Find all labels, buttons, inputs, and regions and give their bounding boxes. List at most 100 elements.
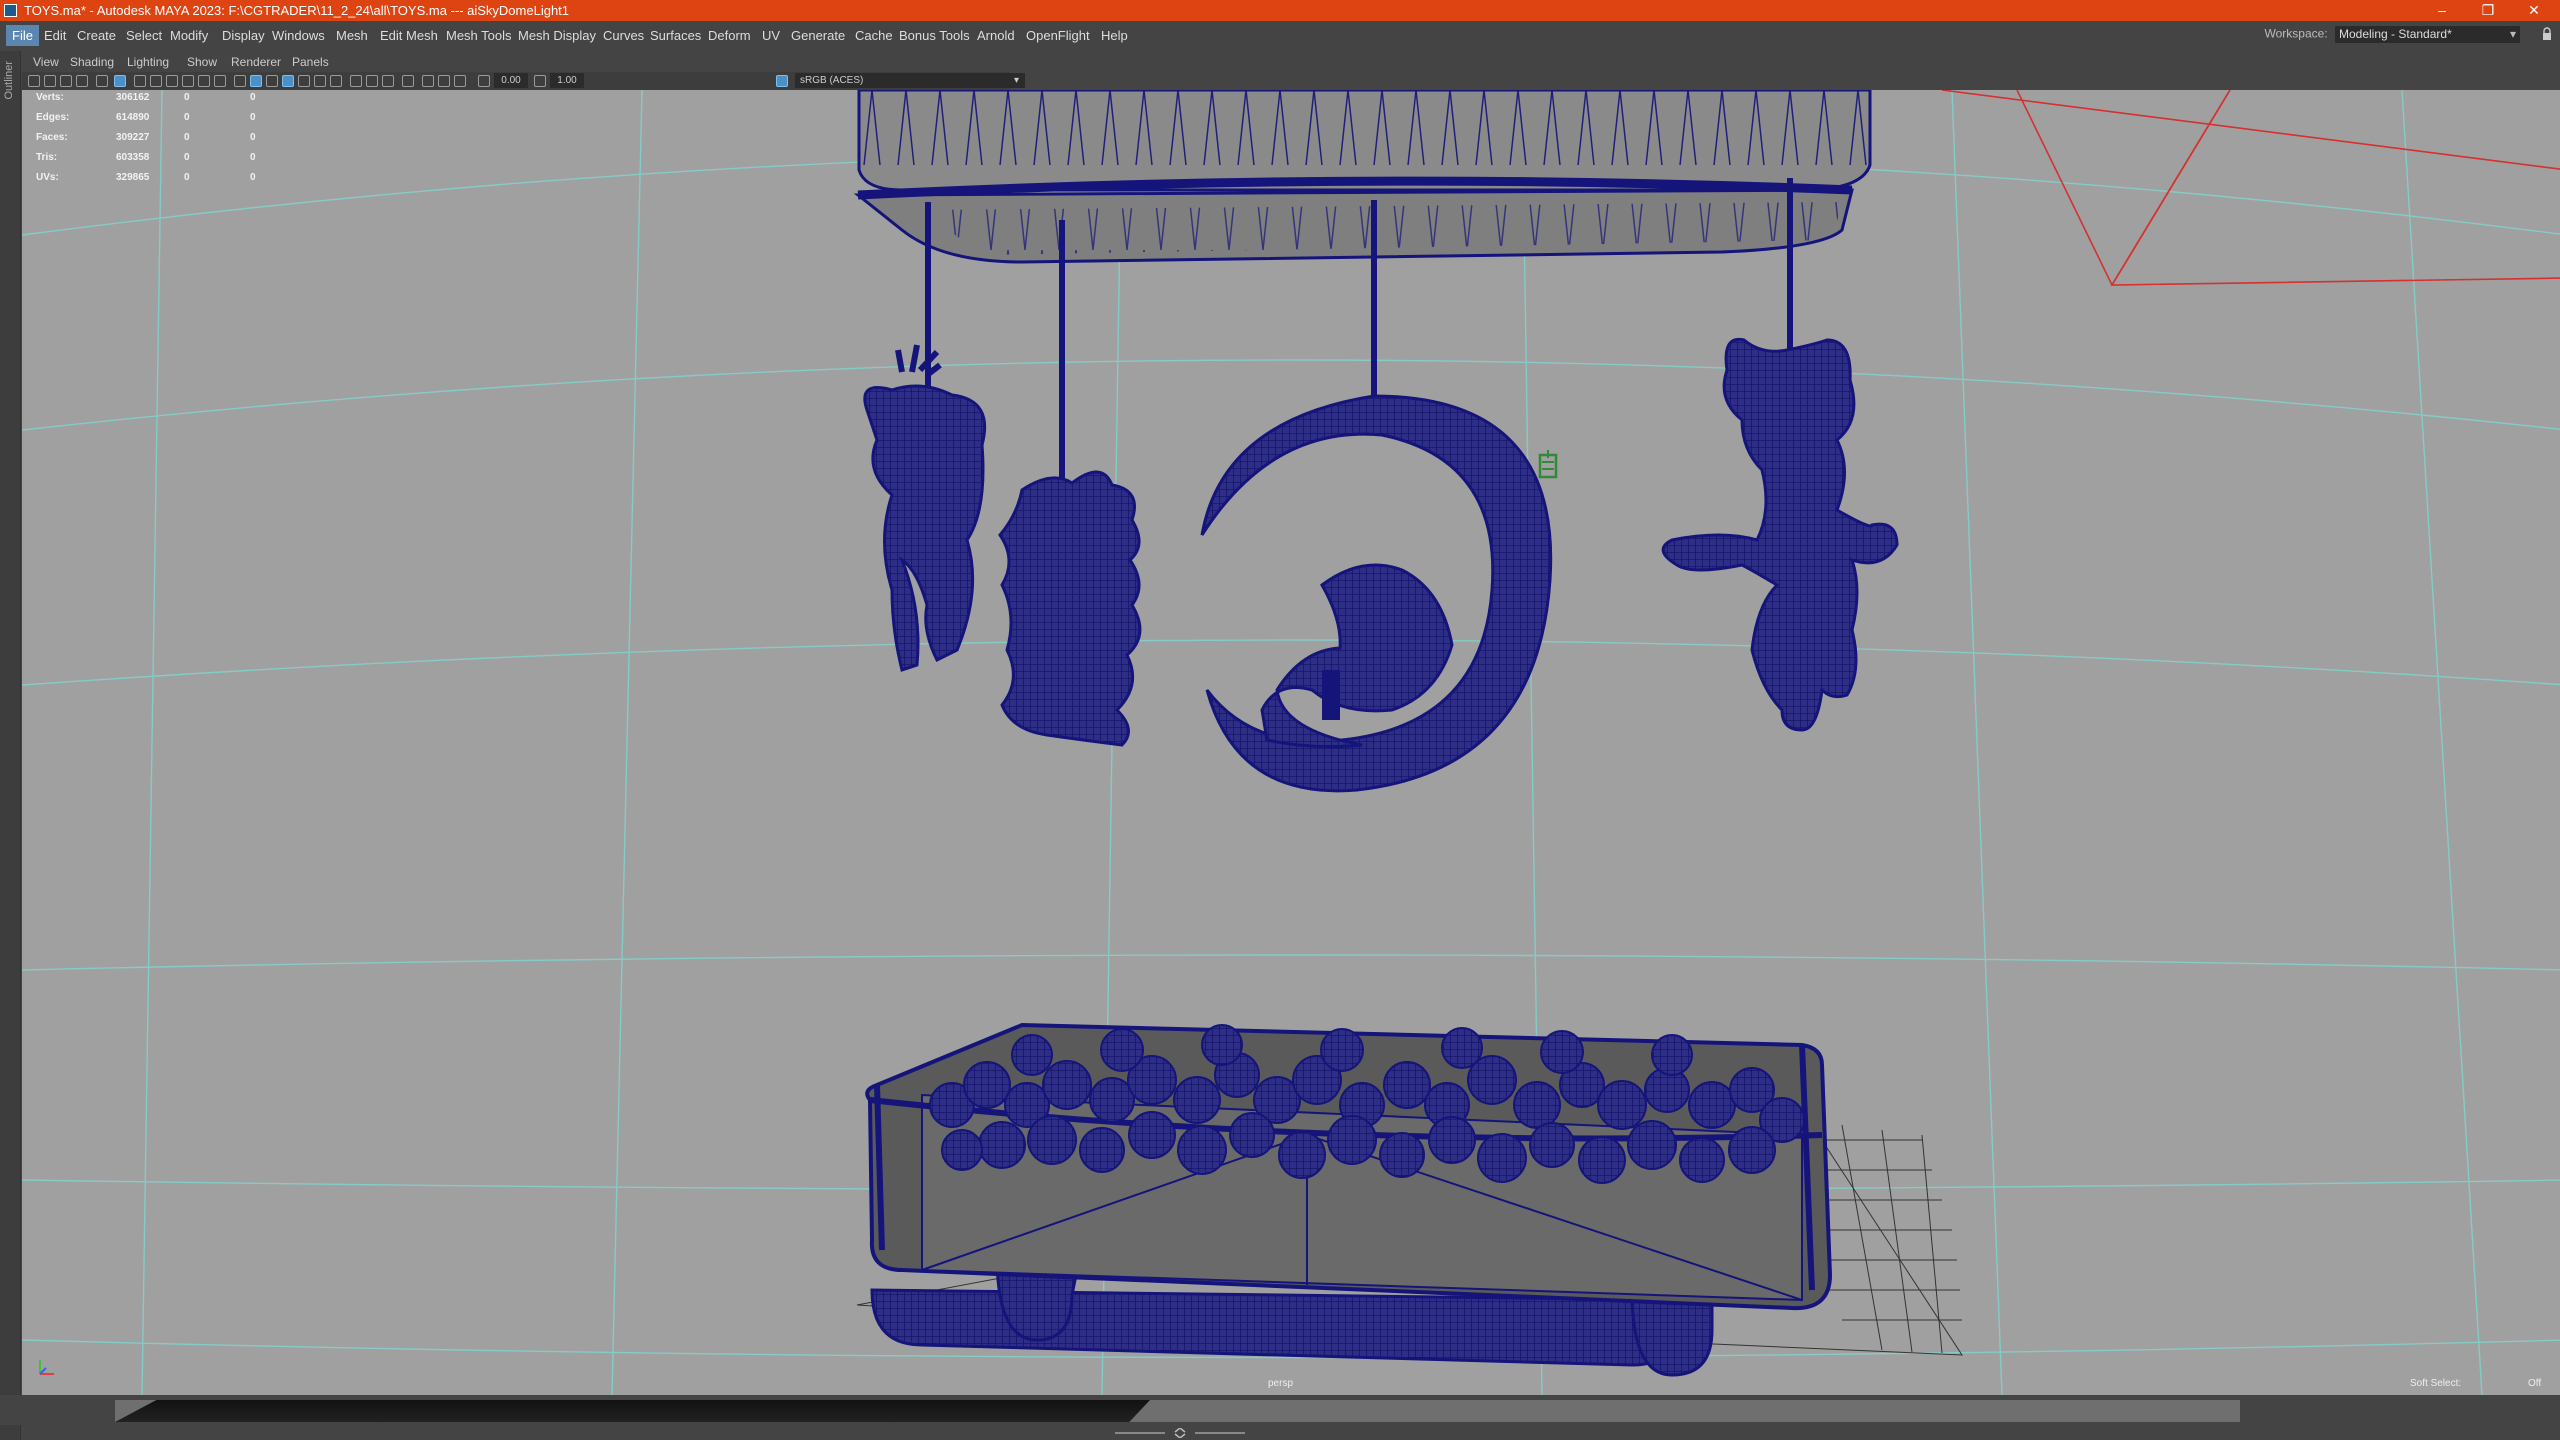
sky-dome-light-icon[interactable] bbox=[1538, 450, 1558, 479]
ball-pit[interactable] bbox=[865, 1022, 1833, 1377]
gamma-field[interactable]: 1.00 bbox=[550, 73, 584, 88]
menu-modify[interactable]: Modify bbox=[170, 28, 208, 43]
color-space-dropdown[interactable]: sRGB (ACES) bbox=[795, 73, 1025, 88]
menu-arnold[interactable]: Arnold bbox=[977, 28, 1015, 43]
grease-pencil-icon[interactable] bbox=[96, 75, 108, 87]
hud-row: Faces: 309227 0 0 bbox=[36, 132, 296, 152]
maya-app-icon bbox=[4, 4, 17, 17]
textured-icon[interactable] bbox=[298, 75, 310, 87]
select-camera-icon[interactable] bbox=[28, 75, 40, 87]
menu-mesh-tools[interactable]: Mesh Tools bbox=[446, 28, 512, 43]
time-slider-range bbox=[115, 1400, 1150, 1422]
menu-edit[interactable]: Edit bbox=[44, 28, 66, 43]
bookmark-icon[interactable] bbox=[60, 75, 72, 87]
minimize-button[interactable]: – bbox=[2420, 0, 2464, 21]
anti-aliasing-icon[interactable] bbox=[382, 75, 394, 87]
image-plane-icon[interactable] bbox=[76, 75, 88, 87]
field-chart-icon[interactable] bbox=[198, 75, 210, 87]
panel-resize-handle[interactable] bbox=[1115, 1428, 1245, 1438]
screen-space-ao-icon[interactable] bbox=[350, 75, 362, 87]
backface-culling-icon[interactable] bbox=[454, 75, 466, 87]
menu-file[interactable]: File bbox=[6, 25, 39, 46]
restore-button[interactable]: ❐ bbox=[2466, 0, 2510, 21]
camera-attributes-icon[interactable] bbox=[44, 75, 56, 87]
panel-menu-show[interactable]: Show bbox=[187, 55, 217, 69]
safe-action-icon[interactable] bbox=[214, 75, 226, 87]
menu-create[interactable]: Create bbox=[77, 28, 116, 43]
panel-menu-lighting[interactable]: Lighting bbox=[127, 55, 169, 69]
use-all-lights-icon[interactable] bbox=[314, 75, 326, 87]
close-button[interactable]: ✕ bbox=[2512, 0, 2556, 21]
exposure-icon[interactable] bbox=[478, 75, 490, 87]
time-slider[interactable] bbox=[115, 1400, 2240, 1422]
shadows-icon[interactable] bbox=[330, 75, 342, 87]
hud-label: Verts: bbox=[36, 92, 64, 103]
panel-menu-renderer[interactable]: Renderer bbox=[231, 55, 281, 69]
menu-display[interactable]: Display bbox=[222, 28, 265, 43]
hud-label: Faces: bbox=[36, 132, 68, 143]
hud-row: Edges: 614890 0 0 bbox=[36, 112, 296, 132]
film-gate-icon[interactable] bbox=[150, 75, 162, 87]
motion-blur-icon[interactable] bbox=[366, 75, 378, 87]
gamma-icon[interactable] bbox=[534, 75, 546, 87]
menu-surfaces[interactable]: Surfaces bbox=[650, 28, 701, 43]
deer-toy[interactable] bbox=[863, 344, 987, 672]
menu-openflight[interactable]: OpenFlight bbox=[1026, 28, 1090, 43]
viewport-persp[interactable]: Verts: 306162 0 0 Edges: 614890 0 0 Face… bbox=[22, 90, 2560, 1395]
hud-value: 614890 bbox=[116, 112, 150, 123]
lock-icon[interactable] bbox=[2542, 27, 2552, 41]
gate-mask-icon[interactable] bbox=[182, 75, 194, 87]
menu-windows[interactable]: Windows bbox=[272, 28, 325, 43]
mobile-hanger[interactable] bbox=[853, 90, 1872, 264]
camera-name-label: persp bbox=[1268, 1378, 1294, 1389]
xray-joints-icon[interactable] bbox=[438, 75, 450, 87]
wireframe-on-shaded-icon[interactable] bbox=[282, 75, 294, 87]
hud-component: 0 bbox=[250, 112, 256, 123]
maya-window: TOYS.ma* - Autodesk MAYA 2023: F:\CGTRAD… bbox=[0, 0, 2560, 1440]
hud-component: 0 bbox=[250, 172, 256, 183]
menu-mesh-display[interactable]: Mesh Display bbox=[518, 28, 596, 43]
smooth-shade-icon[interactable] bbox=[250, 75, 262, 87]
panel-menu-view[interactable]: View bbox=[33, 55, 59, 69]
outliner-toggle-strip[interactable]: Outliner bbox=[0, 51, 21, 1440]
hud-label: Tris: bbox=[36, 152, 58, 163]
soft-select-value: Off bbox=[2528, 1378, 2542, 1389]
camera-frustum[interactable] bbox=[1941, 90, 2560, 286]
exposure-field[interactable]: 0.00 bbox=[494, 73, 528, 88]
hud-component: 0 bbox=[250, 132, 256, 143]
use-default-material-icon[interactable] bbox=[266, 75, 278, 87]
hud-selected: 0 bbox=[184, 112, 190, 123]
menu-curves[interactable]: Curves bbox=[603, 28, 644, 43]
dino-toy[interactable] bbox=[998, 470, 1142, 747]
panel-menu-panels[interactable]: Panels bbox=[292, 55, 329, 69]
workspace-dropdown[interactable]: Modeling - Standard* bbox=[2335, 26, 2520, 43]
menu-select[interactable]: Select bbox=[126, 28, 162, 43]
wireframe-icon[interactable] bbox=[234, 75, 246, 87]
hud-label: UVs: bbox=[36, 172, 59, 183]
isolate-select-icon[interactable] bbox=[402, 75, 414, 87]
hud-component: 0 bbox=[250, 152, 256, 163]
xray-icon[interactable] bbox=[422, 75, 434, 87]
menu-generate[interactable]: Generate bbox=[791, 28, 845, 43]
2d-pan-zoom-icon[interactable] bbox=[114, 75, 126, 87]
moon-toy[interactable] bbox=[1200, 394, 1553, 793]
hud-row: Tris: 603358 0 0 bbox=[36, 152, 296, 172]
hud-row: Verts: 306162 0 0 bbox=[36, 92, 296, 112]
scene-view[interactable] bbox=[22, 90, 2560, 1395]
fox-toy[interactable] bbox=[1661, 337, 1899, 732]
outliner-label: Outliner bbox=[3, 61, 15, 100]
title-bar: TOYS.ma* - Autodesk MAYA 2023: F:\CGTRAD… bbox=[0, 0, 2560, 21]
panel-menu-shading[interactable]: Shading bbox=[70, 55, 114, 69]
menu-mesh[interactable]: Mesh bbox=[336, 28, 368, 43]
resolution-gate-icon[interactable] bbox=[166, 75, 178, 87]
menu-bonus-tools[interactable]: Bonus Tools bbox=[899, 28, 970, 43]
workspace-selector: Workspace: Modeling - Standard* bbox=[2265, 26, 2520, 43]
expand-arrows-icon bbox=[1174, 1428, 1186, 1438]
menu-cache[interactable]: Cache bbox=[855, 28, 893, 43]
color-management-icon[interactable] bbox=[776, 75, 788, 87]
menu-edit-mesh[interactable]: Edit Mesh bbox=[380, 28, 438, 43]
menu-deform[interactable]: Deform bbox=[708, 28, 751, 43]
grid-icon[interactable] bbox=[134, 75, 146, 87]
menu-uv[interactable]: UV bbox=[762, 28, 780, 43]
menu-help[interactable]: Help bbox=[1101, 28, 1128, 43]
